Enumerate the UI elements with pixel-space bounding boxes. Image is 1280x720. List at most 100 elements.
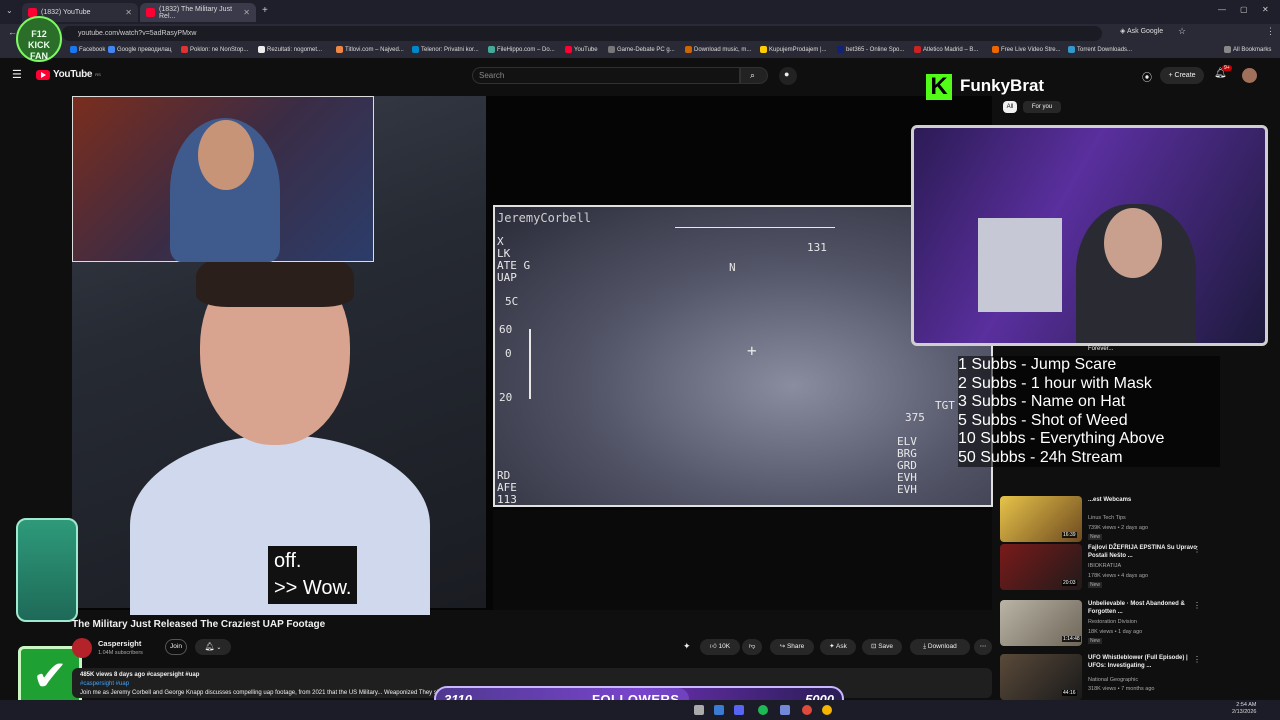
recommendation-meta: 178K views • 4 days ago <box>1088 573 1149 579</box>
bookmark-item[interactable]: FileHippo.com – Do... <box>488 46 555 53</box>
recommendation-channel: IBIOKRATIJA <box>1088 563 1122 569</box>
bookmark-item[interactable]: Rezultati: nogomet... <box>258 46 322 53</box>
bookmark-item[interactable]: Google преводилац <box>108 46 171 53</box>
ask-google-button[interactable]: ◈ Ask Google <box>1120 27 1163 35</box>
save-button[interactable]: ⊡ Save <box>862 639 902 655</box>
bookmark-item[interactable]: Facebook <box>70 46 105 53</box>
recommendation-partial-title[interactable]: Forever... <box>1088 346 1113 352</box>
sub-goal-line: 3 Subbs - Name on Hat <box>958 393 1126 410</box>
close-tab-icon[interactable]: ✕ <box>243 8 250 17</box>
notification-bell-button[interactable]: 🔔︎ ⌄ <box>195 639 231 655</box>
like-button[interactable]: 👍︎ 10K <box>700 639 740 655</box>
bookmarks-bar: Facebook Google преводилац Poklon: ne No… <box>0 43 1280 58</box>
bookmark-label: Poklon: ne NonStop... <box>190 46 249 53</box>
sub-goal-line: 5 Subbs - Shot of Weed <box>958 411 1128 429</box>
video-letterbox-top <box>493 96 913 200</box>
taskbar-app-icon[interactable] <box>780 705 790 715</box>
bookmark-item[interactable]: Download music, m... <box>685 46 751 53</box>
bookmark-item[interactable]: Free Live Video Stre... <box>992 46 1061 53</box>
badge-text: F12 KICK FAN <box>28 29 50 61</box>
bookmark-item[interactable]: Titlovi.com – Najved... <box>336 46 404 53</box>
chip-for-you[interactable]: For you <box>1023 101 1061 113</box>
taskbar-app-icon[interactable] <box>694 705 704 715</box>
close-tab-icon[interactable]: ✕ <box>125 8 132 17</box>
bookmark-item[interactable]: Game-Debate PC g... <box>608 46 675 53</box>
youtube-logo[interactable]: YouTube RS <box>36 69 101 80</box>
browser-tab-strip: ⌄ (1832) YouTube ✕ (1832) The Military J… <box>0 0 1280 24</box>
voice-search-button[interactable]: ● <box>779 67 797 85</box>
taskbar-app-icon[interactable] <box>714 705 724 715</box>
download-button[interactable]: ⤓ Download <box>910 639 970 655</box>
sub-goal-line: 10 Subbs - Everything Above <box>958 430 1165 447</box>
tab-search-icon[interactable]: ⌄ <box>6 6 16 16</box>
bookmark-item[interactable]: Torrent Downloads... <box>1068 46 1132 53</box>
bookmark-item[interactable]: KupujemProdajem |... <box>760 46 827 53</box>
list-item[interactable]: 1:14:48 Unbelievable · Most Abandoned & … <box>1000 600 1210 646</box>
taskbar-app-icon[interactable] <box>734 705 744 715</box>
save-label: Save <box>878 643 894 650</box>
f12-kick-fan-badge: F12 KICK FAN <box>16 16 62 62</box>
list-item[interactable]: 20:03 Fajlovi DŽEFRIJA EPSTINA Su Upravo… <box>1000 544 1210 590</box>
create-button[interactable]: + Create <box>1160 67 1204 84</box>
youtube-favicon-icon <box>146 8 155 17</box>
new-badge: New <box>1088 534 1103 540</box>
flir-readout: 375 <box>905 411 925 424</box>
live-cast-icon[interactable]: ⦿ <box>1142 69 1152 84</box>
taskbar-app-icon[interactable] <box>802 705 812 715</box>
chip-all[interactable]: All <box>1003 101 1017 113</box>
kick-logo-icon: K <box>926 74 952 100</box>
notification-count-badge: 9+ <box>1222 65 1232 71</box>
search-button[interactable]: ⌕ <box>740 67 768 84</box>
close-window-icon[interactable]: ✕ <box>1262 5 1269 14</box>
recommendation-title: Fajlovi DŽEFRIJA EPSTINA Su Upravo Posta… <box>1088 545 1197 559</box>
share-button[interactable]: ↪ Share <box>770 639 814 655</box>
minimize-icon[interactable]: — <box>1218 5 1226 14</box>
download-icon: ⤓ <box>923 643 927 650</box>
closed-caption: off. >> Wow. <box>268 546 358 604</box>
channel-name[interactable]: Caspersight <box>98 639 141 648</box>
bookmark-item[interactable]: YouTube <box>565 46 598 53</box>
bookmark-star-icon[interactable]: ☆ <box>1178 26 1186 37</box>
dislike-button[interactable]: 👎︎ <box>742 639 762 655</box>
ask-button[interactable]: ✦ Ask <box>820 639 856 655</box>
list-item[interactable]: 16:39 ...est Webcams Linus Tech Tips 739… <box>1000 496 1210 542</box>
system-clock[interactable]: 2:54 AM 2/13/2026 <box>1232 702 1256 716</box>
menu-dots-icon[interactable]: ⋮ <box>1266 26 1275 37</box>
video-letterbox-bottom <box>493 510 992 610</box>
channel-avatar[interactable] <box>72 638 92 658</box>
list-item[interactable]: 44:16 UFO Whistleblower (Full Episode) |… <box>1000 654 1210 700</box>
search-input[interactable]: Search <box>472 67 740 84</box>
bookmark-label: Google преводилац <box>117 46 172 53</box>
bookmark-item[interactable]: bet365 - Online Spo... <box>837 46 904 53</box>
bookmark-label: KupujemProdajem |... <box>769 46 827 53</box>
address-bar[interactable]: youtube.com/watch?v=5adRasyPMxw <box>62 26 1102 41</box>
more-options-icon[interactable]: ⋮ <box>1193 545 1201 554</box>
tip-jar-overlay <box>16 518 78 622</box>
tab-military-video[interactable]: (1832) The Military Just Rel... ✕ <box>140 3 256 22</box>
bookmark-item[interactable]: Telenor: Privatni kor... <box>412 46 479 53</box>
url-text: youtube.com/watch?v=5adRasyPMxw <box>78 30 197 37</box>
bookmark-label: YouTube <box>574 46 598 53</box>
new-tab-icon[interactable]: + <box>262 5 268 16</box>
more-options-icon[interactable]: ⋮ <box>1193 601 1201 610</box>
maximize-icon[interactable]: ▢ <box>1240 5 1248 14</box>
all-bookmarks[interactable]: All Bookmarks <box>1224 46 1271 53</box>
flir-readout: 60 <box>499 323 513 336</box>
flir-readout: 131 <box>807 241 827 254</box>
recommendation-channel: National Geographic <box>1088 677 1139 683</box>
recommendation-title: Unbelievable · Most Abandoned & Forgotte… <box>1088 601 1185 615</box>
live-chat-icon[interactable]: ✦ <box>683 641 691 652</box>
hamburger-menu-icon[interactable]: ☰ <box>12 68 22 81</box>
join-button[interactable]: Join <box>165 639 187 655</box>
microphone-icon: ● <box>784 69 790 79</box>
more-actions-button[interactable]: ⋯ <box>974 639 992 655</box>
more-options-icon[interactable]: ⋮ <box>1193 655 1201 664</box>
bookmark-item[interactable]: Atletico Madrid – B... <box>914 46 978 53</box>
taskbar-app-icon[interactable] <box>822 705 832 715</box>
bookmark-item[interactable]: Poklon: ne NonStop... <box>181 46 248 53</box>
taskbar-app-icon[interactable] <box>758 705 768 715</box>
bookmark-label: Rezultati: nogomet... <box>267 46 323 53</box>
country-code: RS <box>95 72 101 77</box>
ask-label: Ask <box>836 643 847 650</box>
account-avatar[interactable] <box>1242 68 1257 83</box>
